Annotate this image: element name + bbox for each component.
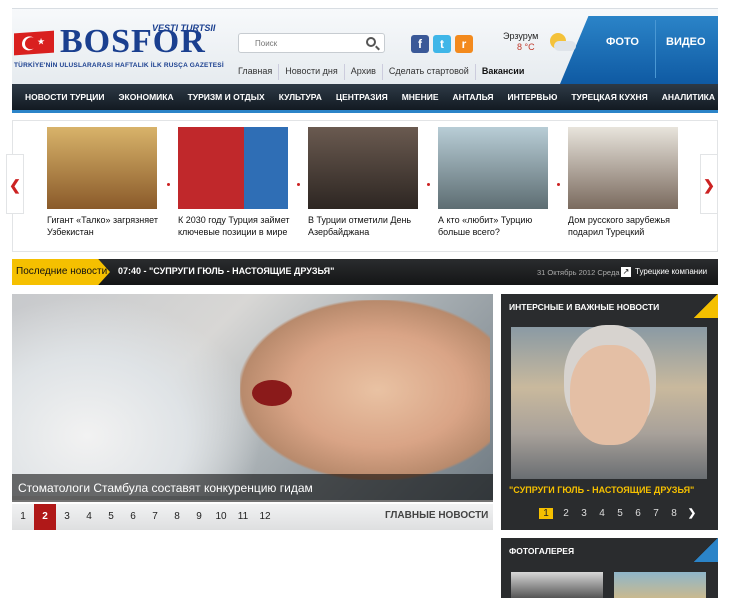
featured-box-title: ИНТЕРСНЫЕ И ВАЖНЫЕ НОВОСТИ xyxy=(509,302,660,312)
site-tagline: TÜRKİYE'NİN ULUSLARARASI HAFTALIK İLK RU… xyxy=(14,62,224,69)
nav-culture[interactable]: КУЛЬТУРА xyxy=(272,92,329,102)
nav-economy[interactable]: ЭКОНОМИКА xyxy=(111,92,180,102)
ticker-headline-text[interactable]: "СУПРУГИ ГЮЛЬ - НАСТОЯЩИЕ ДРУЗЬЯ" xyxy=(149,266,334,276)
nav-central-asia[interactable]: ЦЕНТРАЗИЯ xyxy=(329,92,395,102)
carousel-image[interactable] xyxy=(47,127,157,209)
nav-antalya[interactable]: АНТАЛЬЯ xyxy=(446,92,501,102)
featured-page[interactable]: 7 xyxy=(647,508,665,519)
media-divider xyxy=(655,20,656,78)
featured-page[interactable]: 6 xyxy=(629,508,647,519)
carousel-caption[interactable]: Гигант «Талко» загрязняет Узбекистан xyxy=(47,214,161,238)
video-link[interactable]: ВИДЕО xyxy=(666,36,706,48)
page-link-active[interactable]: 2 xyxy=(34,504,56,530)
featured-page[interactable]: 8 xyxy=(665,508,683,519)
ticker-time: 07:40 xyxy=(118,266,142,276)
page-link[interactable]: 1 xyxy=(12,504,34,530)
page-link[interactable]: 6 xyxy=(122,504,144,530)
photo-link[interactable]: ФОТО xyxy=(606,36,639,48)
top-nav-home[interactable]: Главная xyxy=(232,64,278,80)
featured-page[interactable]: 2 xyxy=(557,508,575,519)
carousel-caption[interactable]: Дом русского зарубежья подарил Турецкий xyxy=(568,214,682,238)
featured-page[interactable]: 4 xyxy=(593,508,611,519)
box-corner-decoration xyxy=(694,538,718,562)
nav-turkish-cuisine[interactable]: ТУРЕЦКАЯ КУХНЯ xyxy=(564,92,654,102)
main-story-caption[interactable]: Стоматологи Стамбула составят конкуренци… xyxy=(12,474,493,502)
weather-city: Эрзурум xyxy=(503,31,539,41)
nav-turkey-news[interactable]: НОВОСТИ ТУРЦИИ xyxy=(18,92,111,102)
nav-analytics[interactable]: АНАЛИТИКА xyxy=(655,92,722,102)
photo-gallery-title: ФОТОГАЛЕРЕЯ xyxy=(509,546,575,556)
carousel-prev-button[interactable]: ❮ xyxy=(6,154,24,214)
nav-tourism[interactable]: ТУРИЗМ И ОТДЫХ xyxy=(181,92,272,102)
page-link[interactable]: 4 xyxy=(78,504,100,530)
featured-page[interactable]: 3 xyxy=(575,508,593,519)
rss-icon[interactable]: r xyxy=(455,35,473,53)
page-link[interactable]: 8 xyxy=(166,504,188,530)
carousel-caption[interactable]: А кто «любит» Турцию больше всего? xyxy=(438,214,552,238)
top-nav-make-homepage[interactable]: Сделать стартовой xyxy=(381,64,475,80)
main-story-image-mouth xyxy=(252,380,292,406)
cloud-icon xyxy=(554,41,576,51)
page-link[interactable]: 10 xyxy=(210,504,232,530)
carousel-separator xyxy=(427,183,430,186)
page-link[interactable]: 7 xyxy=(144,504,166,530)
carousel-item[interactable]: А кто «любит» Турцию больше всего? xyxy=(438,127,552,238)
turkish-flag-logo: ★ xyxy=(14,30,54,56)
twitter-icon[interactable]: t xyxy=(433,35,451,53)
search-icon[interactable] xyxy=(366,37,376,47)
box-corner-decoration xyxy=(694,294,718,318)
logo-subtitle: VESTI TURTSII xyxy=(152,23,216,33)
facebook-icon[interactable]: f xyxy=(411,35,429,53)
top-nav-news-of-day[interactable]: Новости дня xyxy=(278,64,343,80)
nav-opinion[interactable]: МНЕНИЕ xyxy=(395,92,446,102)
main-story-image-detail xyxy=(12,296,262,496)
top-nav-archive[interactable]: Архив xyxy=(343,64,382,80)
carousel-item[interactable]: К 2030 году Турция займет ключевые позиц… xyxy=(178,127,292,238)
nav-accent-strip xyxy=(12,110,718,113)
carousel-separator xyxy=(297,183,300,186)
carousel-next-button[interactable]: ❯ xyxy=(700,154,718,214)
carousel-caption[interactable]: В Турции отметили День Азербайджана xyxy=(308,214,422,238)
featured-caption[interactable]: "СУПРУГИ ГЮЛЬ - НАСТОЯЩИЕ ДРУЗЬЯ" xyxy=(509,485,694,495)
carousel-caption[interactable]: К 2030 году Турция займет ключевые позиц… xyxy=(178,214,292,238)
carousel-image[interactable] xyxy=(438,127,548,209)
gallery-thumbnail[interactable] xyxy=(614,572,706,598)
ticker-category[interactable]: Турецкие компании xyxy=(621,267,707,277)
page-link[interactable]: 11 xyxy=(232,504,254,530)
carousel-image[interactable] xyxy=(178,127,288,209)
page-link[interactable]: 9 xyxy=(188,504,210,530)
page-link[interactable]: 12 xyxy=(254,504,276,530)
ticker-date: 31 Октябрь 2012 Среда xyxy=(537,268,620,277)
ticker-label: Последние новости xyxy=(12,259,110,285)
carousel-image[interactable] xyxy=(308,127,418,209)
top-nav-vacancies[interactable]: Вакансии xyxy=(474,64,531,80)
gallery-thumbnail[interactable] xyxy=(511,572,603,598)
page-link[interactable]: 3 xyxy=(56,504,78,530)
nav-interview[interactable]: ИНТЕРВЬЮ xyxy=(501,92,565,102)
carousel-image[interactable] xyxy=(568,127,678,209)
search-input[interactable] xyxy=(239,34,357,52)
featured-pager: 1 2 3 4 5 6 7 8 ❯ xyxy=(539,508,701,519)
chevron-right-icon[interactable]: ❯ xyxy=(683,508,701,519)
featured-image-portrait xyxy=(570,345,650,445)
ticker-headline[interactable]: 07:40 - "СУПРУГИ ГЮЛЬ - НАСТОЯЩИЕ ДРУЗЬЯ… xyxy=(118,266,334,276)
featured-page[interactable]: 5 xyxy=(611,508,629,519)
weather-temp: 8 °C xyxy=(517,42,535,52)
carousel-separator xyxy=(167,183,170,186)
carousel-separator xyxy=(557,183,560,186)
search-box xyxy=(238,33,385,53)
top-nav: Главная Новости дня Архив Сделать старто… xyxy=(232,64,530,80)
main-nav: НОВОСТИ ТУРЦИИ ЭКОНОМИКА ТУРИЗМ И ОТДЫХ … xyxy=(12,84,718,110)
carousel-item[interactable]: В Турции отметили День Азербайджана xyxy=(308,127,422,238)
carousel-item[interactable]: Дом русского зарубежья подарил Турецкий xyxy=(568,127,682,238)
page-link[interactable]: 5 xyxy=(100,504,122,530)
main-news-label[interactable]: ГЛАВНЫЕ НОВОСТИ xyxy=(385,510,488,521)
featured-page-active[interactable]: 1 xyxy=(539,508,553,519)
carousel-item[interactable]: Гигант «Талко» загрязняет Узбекистан xyxy=(47,127,161,238)
